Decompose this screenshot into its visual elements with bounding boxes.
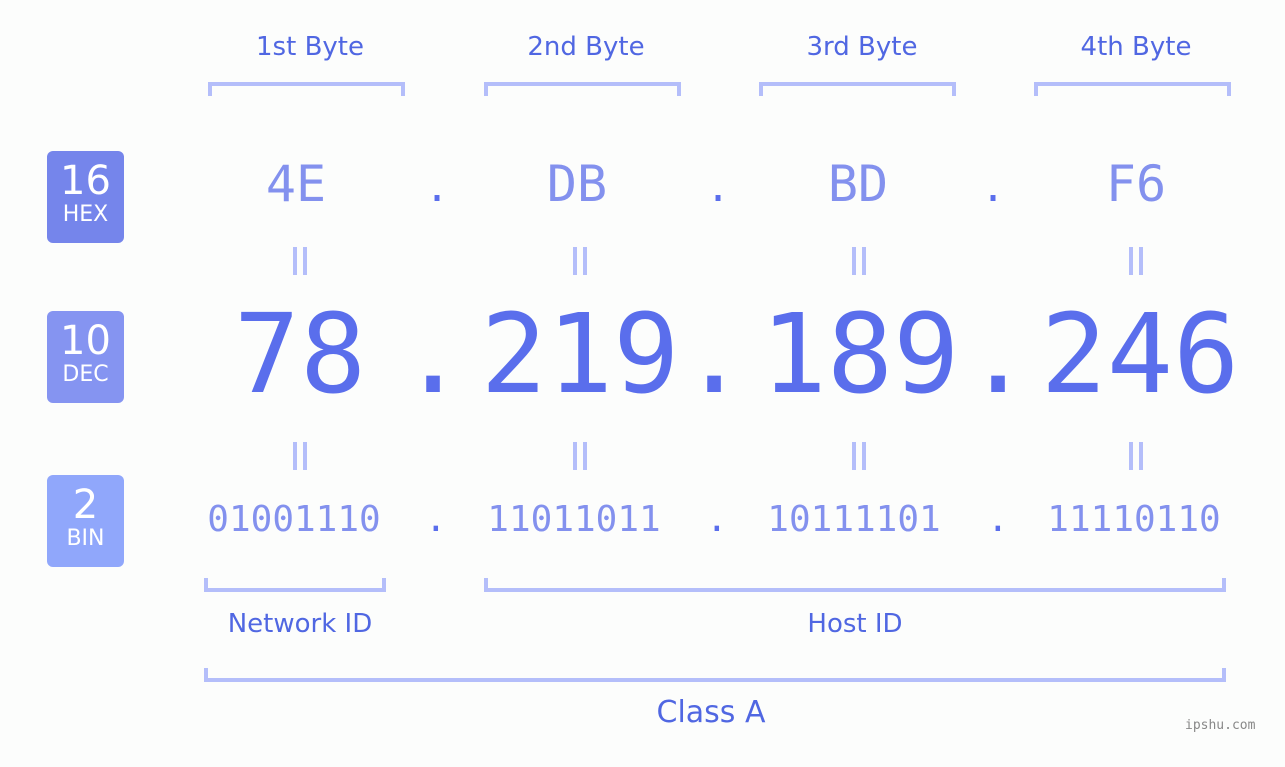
hex-value-2: DB (546, 155, 608, 213)
class-bracket (204, 668, 1226, 682)
hex-value-4: F6 (1105, 155, 1167, 213)
bin-badge: 2 BIN (47, 475, 124, 567)
network-id-bracket (204, 578, 386, 592)
dec-separator-2: . (681, 290, 748, 418)
dec-badge: 10 DEC (47, 311, 124, 403)
hex-badge-base: 16 (60, 158, 111, 204)
bin-separator-3: . (987, 499, 1009, 540)
hex-separator-3: . (981, 165, 1006, 211)
equals-icon (1129, 442, 1143, 470)
equals-icon (293, 247, 307, 275)
dec-separator-1: . (400, 290, 467, 418)
network-id-label: Network ID (227, 609, 373, 639)
equals-icon (573, 247, 587, 275)
dec-badge-base: 10 (60, 318, 111, 364)
byte-label-2: 2nd Byte (527, 32, 645, 62)
bin-value-1: 01001110 (207, 499, 381, 540)
dec-badge-label: DEC (62, 362, 109, 387)
bin-value-3: 10111101 (767, 499, 941, 540)
bin-value-4: 11110110 (1047, 499, 1221, 540)
hex-value-3: BD (827, 155, 889, 213)
bin-separator-2: . (706, 499, 728, 540)
watermark: ipshu.com (1185, 718, 1256, 733)
dec-value-2: 219 (480, 290, 680, 418)
bin-value-2: 11011011 (487, 499, 661, 540)
byte-bracket-2 (484, 82, 681, 96)
hex-value-1: 4E (265, 155, 327, 213)
bin-separator-1: . (425, 499, 447, 540)
byte-label-1: 1st Byte (256, 32, 364, 62)
byte-label-4: 4th Byte (1080, 32, 1192, 62)
dec-separator-3: . (965, 290, 1032, 418)
equals-icon (852, 247, 866, 275)
hex-separator-2: . (706, 165, 731, 211)
equals-icon (573, 442, 587, 470)
hex-separator-1: . (425, 165, 450, 211)
bin-badge-label: BIN (66, 526, 105, 551)
dec-value-4: 246 (1040, 290, 1240, 418)
dec-value-3: 189 (760, 290, 960, 418)
class-label: Class A (656, 695, 766, 730)
byte-bracket-3 (759, 82, 956, 96)
equals-icon (1129, 247, 1143, 275)
bin-badge-base: 2 (72, 482, 99, 528)
host-id-bracket (484, 578, 1226, 592)
host-id-label: Host ID (807, 609, 903, 639)
equals-icon (293, 442, 307, 470)
byte-label-3: 3rd Byte (806, 32, 918, 62)
hex-badge: 16 HEX (47, 151, 124, 243)
hex-badge-label: HEX (62, 202, 109, 227)
dec-value-1: 78 (233, 290, 367, 418)
byte-bracket-4 (1034, 82, 1231, 96)
equals-icon (852, 442, 866, 470)
byte-bracket-1 (208, 82, 405, 96)
